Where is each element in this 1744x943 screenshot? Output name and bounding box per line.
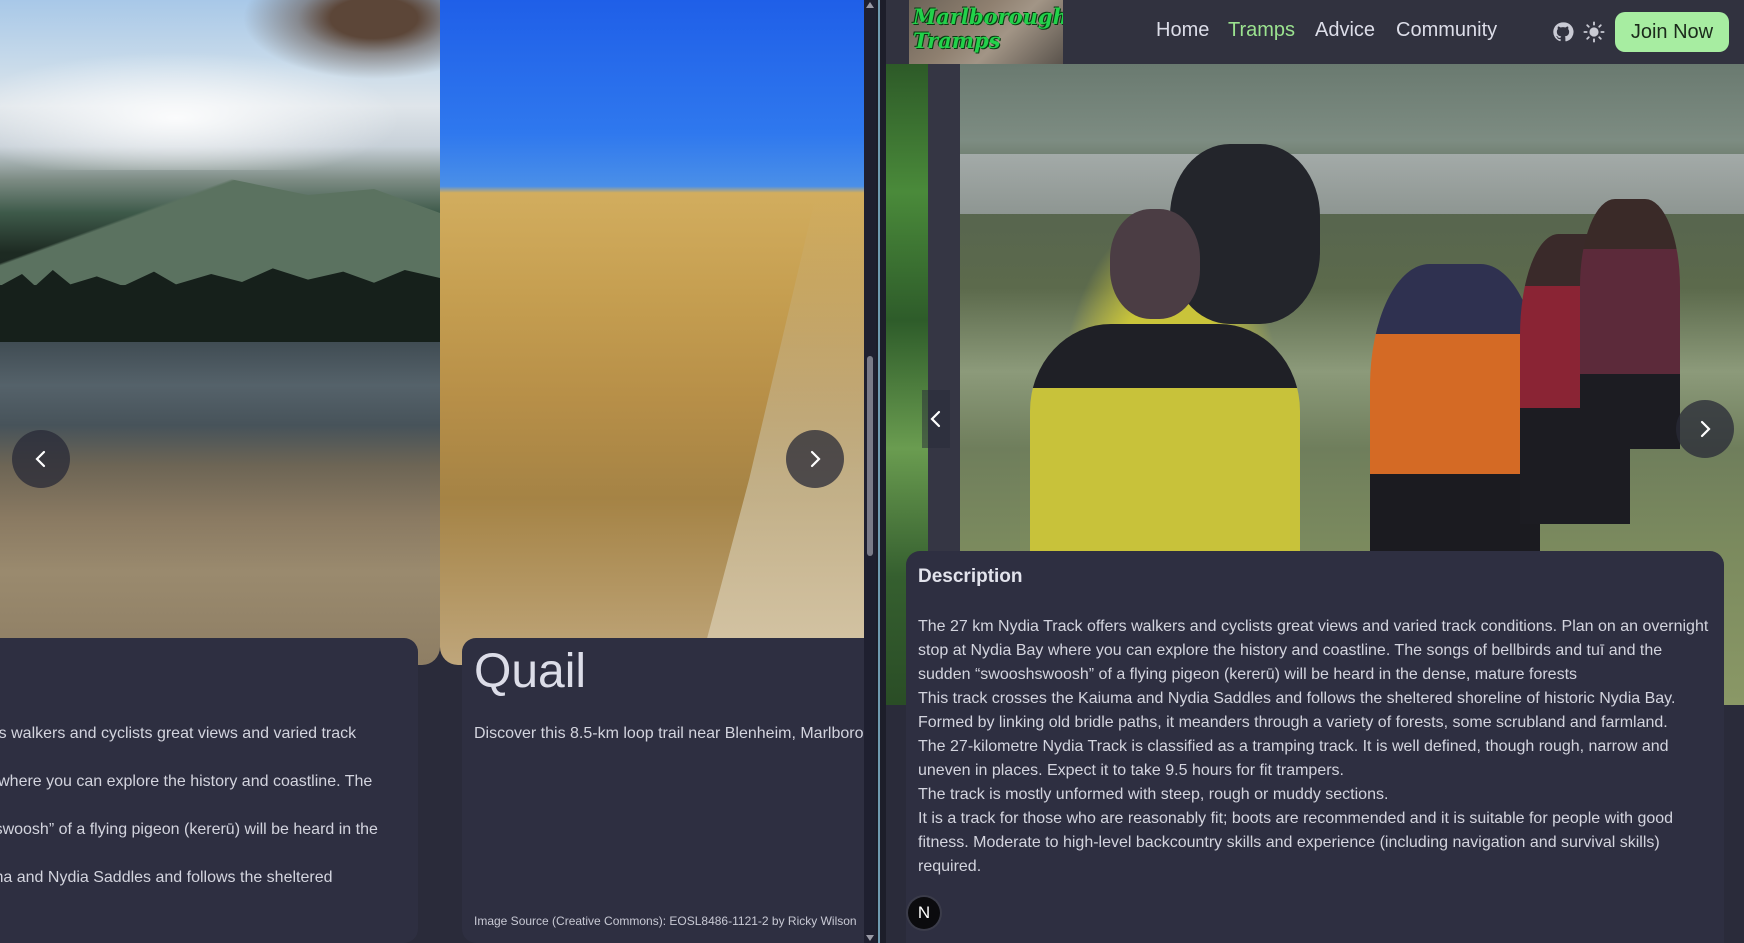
join-now-button[interactable]: Join Now [1615, 12, 1729, 52]
right-view: Marlborough Tramps Home Tramps Advice Co… [886, 0, 1744, 943]
carousel-prev-button[interactable] [922, 390, 950, 448]
tramp-card-nydia[interactable]: The 27 km Nydia Track offers walkers and… [0, 638, 418, 943]
carousel-next-button[interactable] [786, 430, 844, 488]
nav-link-tramps[interactable]: Tramps [1228, 19, 1295, 42]
split-divider[interactable] [876, 0, 886, 943]
tramp-card-quail[interactable]: Quail Discover this 8.5-km loop trail ne… [462, 638, 864, 943]
description-body: The 27 km Nydia Track offers walkers and… [918, 615, 1718, 879]
nav-link-home[interactable]: Home [1156, 19, 1209, 42]
logo-text-line1: Marlborough [913, 4, 1063, 29]
chevron-right-icon [810, 450, 821, 468]
carousel-next-button[interactable] [1676, 400, 1734, 458]
left-view: The 27 km Nydia Track offers walkers and… [0, 0, 864, 943]
description-paragraph: Formed by linking old bridle paths, it m… [918, 714, 1668, 731]
tramp-card-title: Quail [474, 645, 587, 698]
sun-icon[interactable] [1583, 21, 1605, 43]
scroll-down-icon[interactable] [866, 935, 874, 941]
description-paragraph: The 27-kilometre Nydia Track is classifi… [918, 738, 1669, 779]
logo-text-line2: Tramps [913, 28, 1001, 53]
description-paragraph: The track is mostly unformed with steep,… [918, 786, 1389, 803]
tramp-card-description: The 27 km Nydia Track offers walkers and… [0, 725, 378, 886]
scrollbar-thumb[interactable] [867, 356, 873, 556]
lake-image [0, 0, 440, 665]
nextjs-dev-badge[interactable]: N [908, 897, 940, 929]
nav-link-advice[interactable]: Advice [1315, 19, 1375, 42]
github-icon[interactable] [1552, 21, 1574, 43]
chevron-right-icon [1700, 420, 1711, 438]
grassland-image [440, 0, 864, 665]
description-paragraph: It is a track for those who are reasonab… [918, 810, 1674, 875]
chevron-left-icon [35, 450, 46, 468]
chevron-left-icon [930, 410, 941, 428]
description-paragraph: This track crosses the Kaiuma and Nydia … [918, 690, 1676, 707]
left-view-scrollbar[interactable] [864, 0, 876, 943]
nav-link-community[interactable]: Community [1396, 19, 1497, 42]
description-paragraph: The 27 km Nydia Track offers walkers and… [918, 618, 1709, 683]
carousel-prev-button[interactable] [12, 430, 70, 488]
description-card: Description The 27 km Nydia Track offers… [906, 551, 1724, 943]
image-source-credit: Image Source (Creative Commons): EOSL848… [474, 914, 857, 928]
navbar: Marlborough Tramps Home Tramps Advice Co… [886, 0, 1744, 64]
site-logo[interactable]: Marlborough Tramps [909, 0, 1063, 64]
tramp-card-description: Discover this 8.5-km loop trail near Ble… [474, 725, 864, 742]
description-title: Description [918, 566, 1023, 587]
scroll-up-icon[interactable] [866, 2, 874, 8]
